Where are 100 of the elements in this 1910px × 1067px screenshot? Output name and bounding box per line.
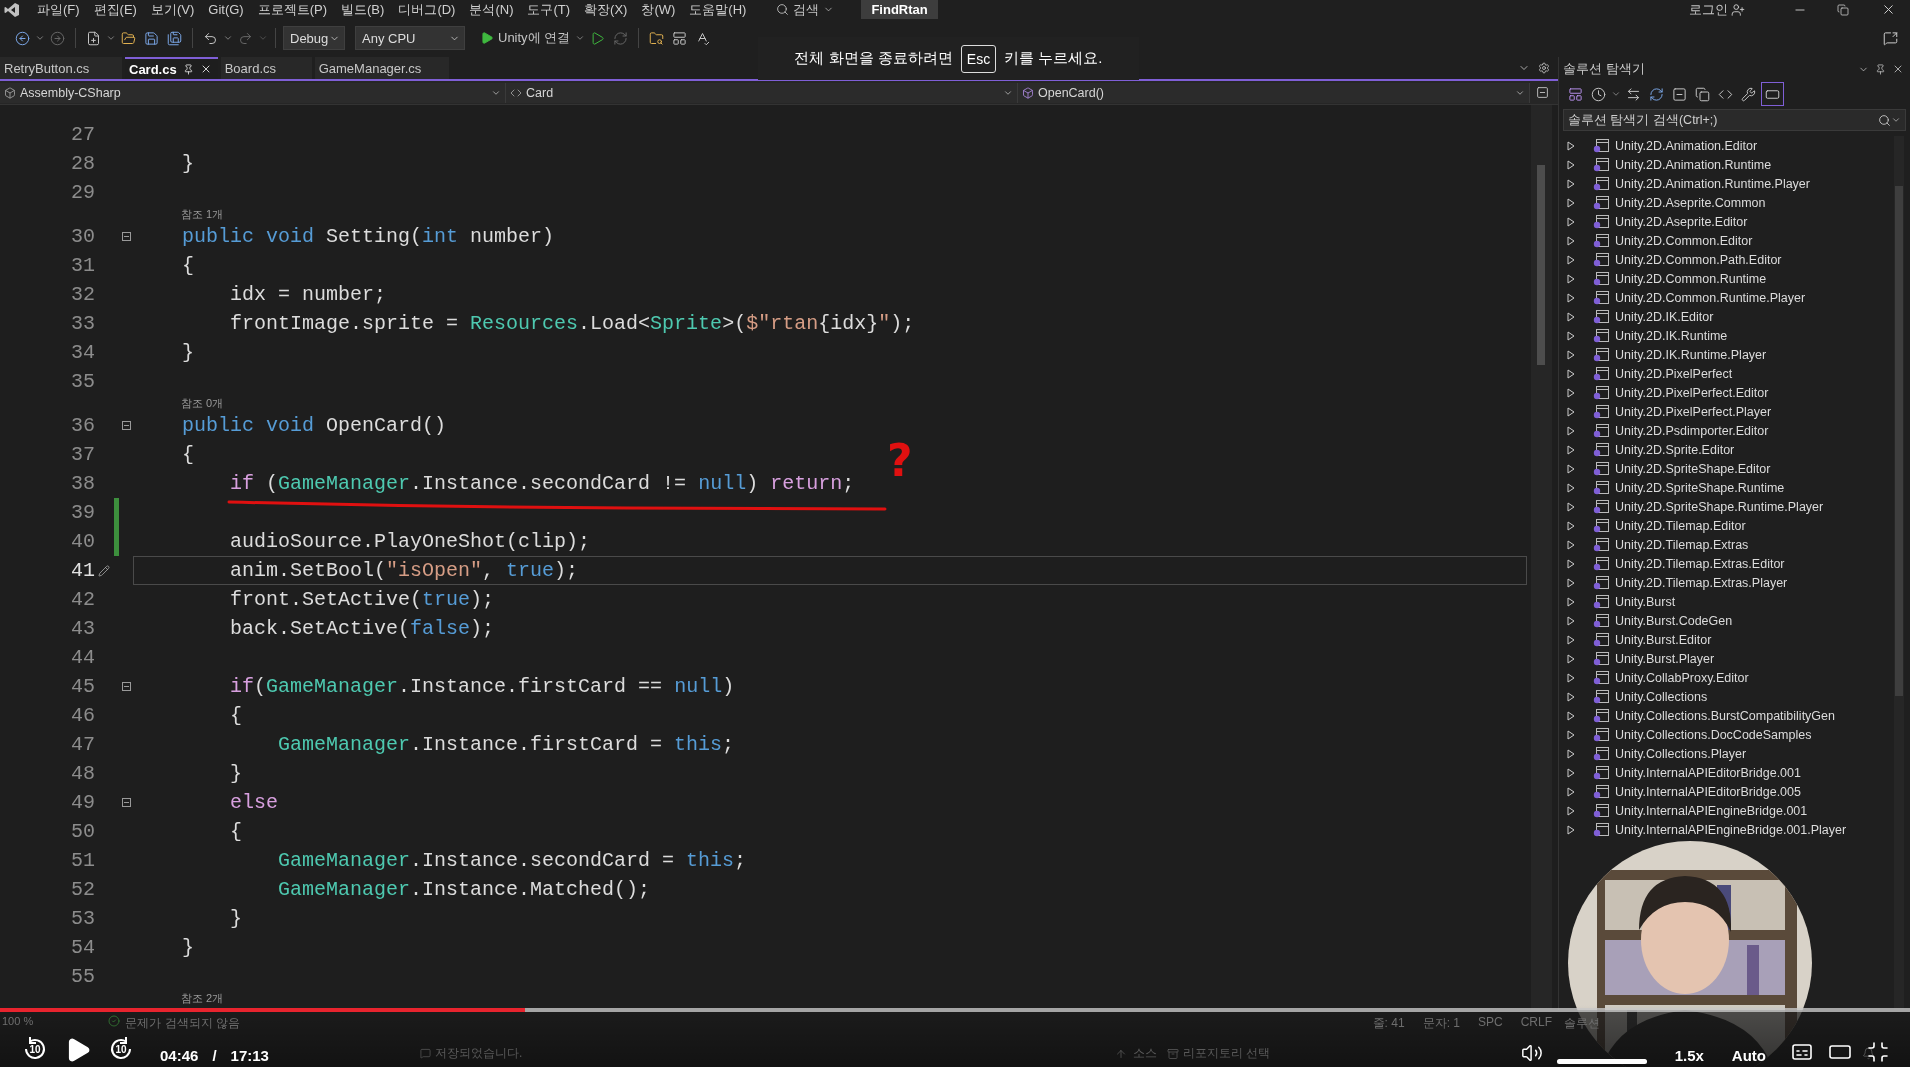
expand-arrow-icon[interactable]	[1567, 425, 1575, 436]
tree-item[interactable]: Unity.2D.Aseprite.Common	[1559, 193, 1894, 212]
tree-item[interactable]: Unity.2D.Common.Runtime	[1559, 269, 1894, 288]
expand-arrow-icon[interactable]	[1567, 235, 1575, 246]
expand-arrow-icon[interactable]	[1567, 520, 1575, 531]
expand-arrow-icon[interactable]	[1567, 349, 1575, 360]
configuration-dropdown[interactable]: Debug	[283, 26, 345, 50]
expand-arrow-icon[interactable]	[1567, 634, 1575, 645]
tree-item[interactable]: Unity.2D.Common.Path.Editor	[1559, 250, 1894, 269]
tree-item[interactable]: Unity.2D.Tilemap.Extras.Editor	[1559, 554, 1894, 573]
expand-arrow-icon[interactable]	[1567, 805, 1575, 816]
expand-arrow-icon[interactable]	[1567, 216, 1575, 227]
tree-item[interactable]: Unity.2D.IK.Editor	[1559, 307, 1894, 326]
zoom-level[interactable]: 100 %	[2, 1015, 34, 1027]
search-button[interactable]: 검색	[773, 0, 838, 22]
tree-item[interactable]: Unity.Collections	[1559, 687, 1894, 706]
feedback-icon[interactable]	[1883, 30, 1898, 46]
project-dropdown[interactable]: Assembly-CSharp	[0, 82, 506, 103]
expand-arrow-icon[interactable]	[1567, 387, 1575, 398]
expand-arrow-icon[interactable]	[1567, 463, 1575, 474]
expand-arrow-icon[interactable]	[1567, 748, 1575, 759]
menu-item[interactable]: 편집(E)	[86, 0, 144, 19]
tree-item[interactable]: Unity.2D.PixelPerfect	[1559, 364, 1894, 383]
menu-item[interactable]: Git(G)	[201, 2, 251, 17]
line-ending[interactable]: CRLF	[1520, 1015, 1552, 1029]
tree-item[interactable]: Unity.Burst.Player	[1559, 649, 1894, 668]
close-icon[interactable]	[1881, 2, 1896, 17]
whitespace-mode[interactable]: SPC	[1477, 1015, 1503, 1029]
expand-arrow-icon[interactable]	[1567, 273, 1575, 284]
preview-button[interactable]	[1761, 82, 1784, 106]
expand-arrow-icon[interactable]	[1567, 330, 1575, 341]
expand-arrow-icon[interactable]	[1567, 558, 1575, 569]
tree-item[interactable]: Unity.Burst.Editor	[1559, 630, 1894, 649]
split-icon[interactable]	[1536, 86, 1549, 99]
scrollbar[interactable]	[1531, 105, 1552, 1010]
expand-arrow-icon[interactable]	[1567, 311, 1575, 322]
reference-count-link[interactable]: 참조 1개	[181, 207, 224, 222]
tree-item[interactable]: Unity.2D.PixelPerfect.Player	[1559, 402, 1894, 421]
pin-icon[interactable]	[1875, 63, 1886, 75]
menu-item[interactable]: 프로젝트(P)	[250, 0, 335, 19]
platform-dropdown[interactable]: Any CPU	[355, 26, 465, 50]
exit-fullscreen-button[interactable]	[1866, 1040, 1890, 1064]
tree-item[interactable]: Unity.InternalAPIEngineBridge.001	[1559, 801, 1894, 820]
menu-item[interactable]: 도움말(H)	[682, 0, 754, 19]
restore-icon[interactable]	[1837, 3, 1849, 16]
tree-item[interactable]: Unity.Burst	[1559, 592, 1894, 611]
menu-item[interactable]: 확장(X)	[577, 0, 635, 19]
login-button[interactable]: 로그인	[1686, 0, 1731, 22]
tree-item[interactable]: Unity.2D.Tilemap.Extras.Player	[1559, 573, 1894, 592]
speed-button[interactable]: 1.5x	[1674, 1047, 1704, 1064]
expand-arrow-icon[interactable]	[1567, 786, 1575, 797]
expand-arrow-icon[interactable]	[1567, 653, 1575, 664]
volume-slider[interactable]	[1556, 1059, 1647, 1064]
scrollbar[interactable]	[1894, 136, 1904, 1010]
expand-arrow-icon[interactable]	[1567, 292, 1575, 303]
expand-arrow-icon[interactable]	[1567, 710, 1575, 721]
expand-arrow-icon[interactable]	[1567, 577, 1575, 588]
expand-arrow-icon[interactable]	[1567, 596, 1575, 607]
expand-arrow-icon[interactable]	[1567, 729, 1575, 740]
expand-arrow-icon[interactable]	[1567, 672, 1575, 683]
volume-button[interactable]	[1520, 1042, 1543, 1064]
tree-item[interactable]: Unity.2D.SpriteShape.Editor	[1559, 459, 1894, 478]
menu-item[interactable]: 빌드(B)	[334, 0, 392, 19]
expand-arrow-icon[interactable]	[1567, 691, 1575, 702]
collapse-icon[interactable]	[122, 798, 131, 807]
tree-item[interactable]: Unity.2D.Psdimporter.Editor	[1559, 421, 1894, 440]
expand-arrow-icon[interactable]	[1567, 767, 1575, 778]
menu-item[interactable]: 도구(T)	[520, 0, 578, 19]
tree-item[interactable]: Unity.2D.Tilemap.Extras	[1559, 535, 1894, 554]
tree-item[interactable]: Unity.Collections.DocCodeSamples	[1559, 725, 1894, 744]
file-tab[interactable]: Board.cs	[220, 57, 312, 79]
reference-count-link[interactable]: 참조 0개	[181, 396, 224, 411]
expand-arrow-icon[interactable]	[1567, 501, 1575, 512]
settings-icon[interactable]	[1538, 62, 1550, 74]
forward-button[interactable]: 10	[106, 1034, 136, 1064]
bell-icon[interactable]	[1862, 1047, 1875, 1060]
expand-arrow-icon[interactable]	[1567, 539, 1575, 550]
file-tab[interactable]: GameManager.cs	[314, 57, 449, 79]
tree-item[interactable]: Unity.2D.Aseprite.Editor	[1559, 212, 1894, 231]
account-icon[interactable]	[1731, 2, 1745, 17]
menu-item[interactable]: 보기(V)	[143, 0, 202, 19]
reference-count-link[interactable]: 참조 2개	[181, 991, 224, 1006]
tree-item[interactable]: Unity.2D.Sprite.Editor	[1559, 440, 1894, 459]
tree-item[interactable]: Unity.2D.Tilemap.Editor	[1559, 516, 1894, 535]
rewind-button[interactable]: 10	[20, 1034, 50, 1064]
expand-arrow-icon[interactable]	[1567, 406, 1575, 417]
tree-item[interactable]: Unity.2D.Common.Runtime.Player	[1559, 288, 1894, 307]
expand-arrow-icon[interactable]	[1567, 140, 1575, 151]
expand-arrow-icon[interactable]	[1567, 482, 1575, 493]
tree-item[interactable]: Unity.2D.SpriteShape.Runtime.Player	[1559, 497, 1894, 516]
menu-item[interactable]: 분석(N)	[462, 0, 521, 19]
expand-arrow-icon[interactable]	[1567, 615, 1575, 626]
expand-arrow-icon[interactable]	[1567, 178, 1575, 189]
tree-item[interactable]: Unity.2D.PixelPerfect.Editor	[1559, 383, 1894, 402]
collapse-icon[interactable]	[122, 421, 131, 430]
tree-item[interactable]: Unity.2D.IK.Runtime	[1559, 326, 1894, 345]
expand-arrow-icon[interactable]	[1567, 824, 1575, 835]
expand-arrow-icon[interactable]	[1567, 254, 1575, 265]
tree-item[interactable]: Unity.2D.Common.Editor	[1559, 231, 1894, 250]
progress-bar[interactable]	[0, 1008, 1910, 1012]
